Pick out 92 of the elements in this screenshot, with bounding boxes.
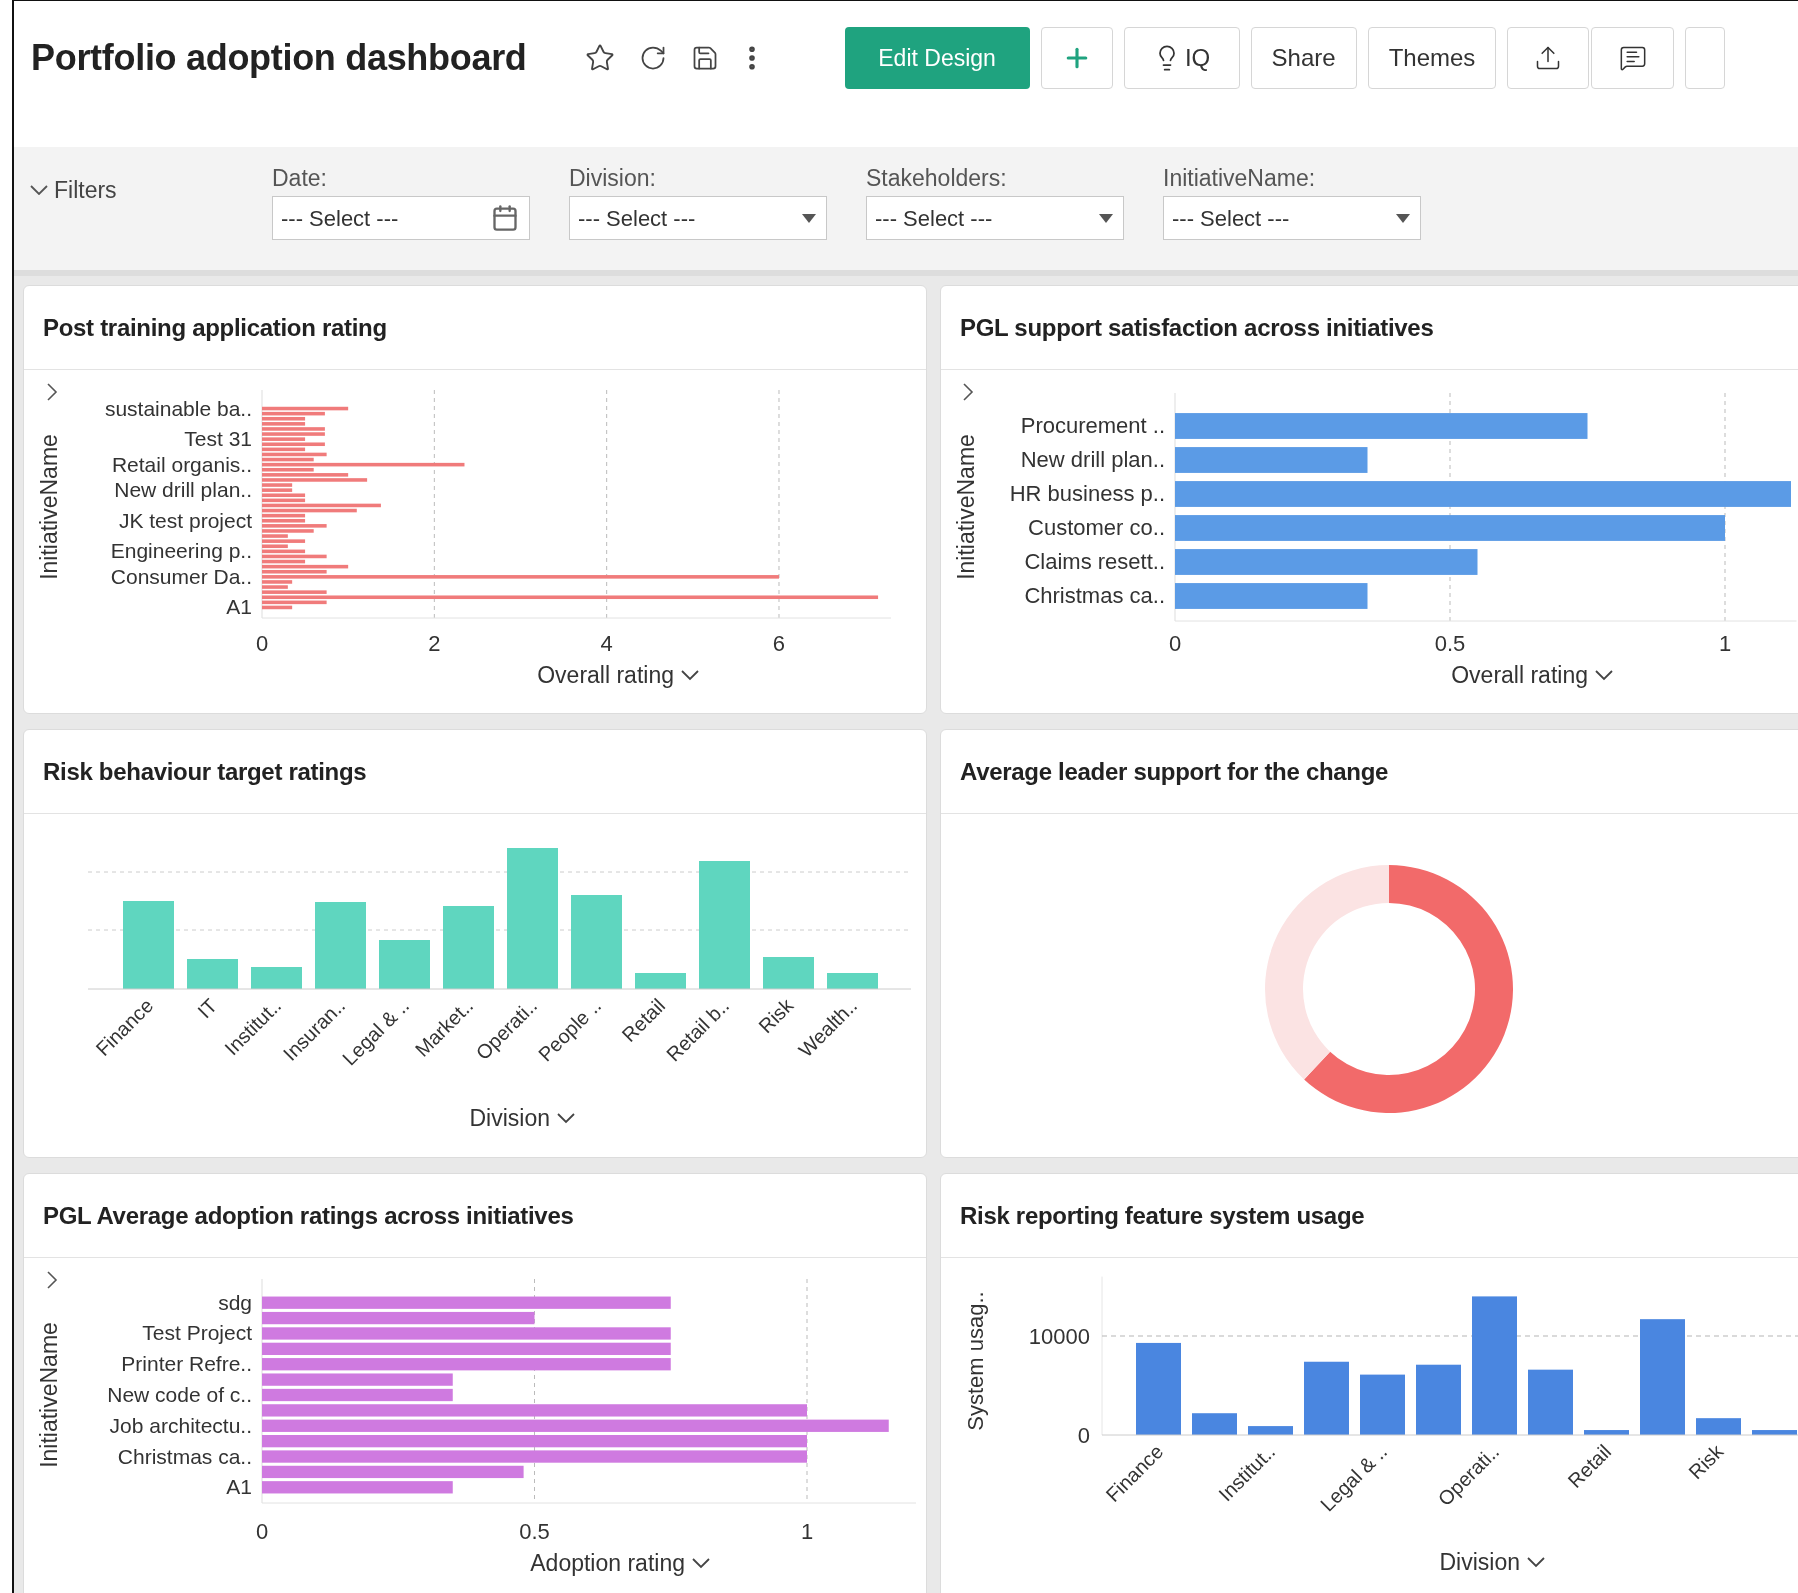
- chart-bar: [635, 973, 686, 989]
- chevron-down-icon[interactable]: [681, 670, 699, 681]
- chart-bar: [187, 959, 238, 989]
- chart-bar: [379, 940, 430, 989]
- dropdown-caret-icon: [1396, 213, 1410, 223]
- tick-label: 0: [1168, 631, 1182, 656]
- tick-label: 0: [255, 631, 269, 656]
- card-title: Average leader support for the change: [960, 756, 1389, 787]
- axis-label: IT: [193, 994, 222, 1023]
- axis-label: Procurement ..: [1020, 413, 1165, 438]
- star-icon[interactable]: [584, 43, 615, 73]
- axis-title[interactable]: Division: [469, 1105, 550, 1131]
- dashboard-title: Portfolio adoption dashboard: [31, 36, 527, 80]
- card-title: Risk reporting feature system usage: [960, 1200, 1365, 1231]
- select-field[interactable]: --- Select ---: [1163, 196, 1421, 240]
- axis-title[interactable]: Adoption rating: [530, 1550, 685, 1576]
- chevron-right-icon[interactable]: [963, 383, 974, 401]
- axis-title[interactable]: Overall rating: [537, 662, 674, 688]
- axis-label: Christmas ca..: [117, 1444, 252, 1468]
- axis-label: Retail organis..: [111, 452, 252, 476]
- axis-title[interactable]: Overall rating: [1451, 662, 1588, 688]
- chart-bar: [763, 957, 814, 989]
- chart-bar: [1752, 1430, 1797, 1435]
- chevron-down-icon[interactable]: [1595, 670, 1613, 681]
- toolbar-button[interactable]: Themes: [1367, 27, 1497, 89]
- tick-label: 4: [600, 631, 613, 656]
- axis-label: Risk: [754, 994, 798, 1038]
- tick-label: 1: [1718, 631, 1732, 656]
- chevron-down-icon[interactable]: [557, 1113, 575, 1124]
- axis-label: Engineering p..: [110, 539, 252, 563]
- axis-label: Claims resett..: [1024, 549, 1165, 574]
- toolbar-button[interactable]: Share: [1250, 27, 1357, 89]
- comment-button[interactable]: [1591, 27, 1675, 89]
- tick-label: 0: [255, 1519, 269, 1544]
- chart-bar: [251, 967, 302, 989]
- dropdown-caret-icon: [802, 213, 816, 223]
- axis-title: InitiativeName: [36, 434, 62, 580]
- axis-title: InitiativeName: [36, 1322, 62, 1468]
- axis-label: JK test project: [118, 508, 252, 532]
- chevron-right-icon[interactable]: [47, 383, 58, 401]
- chart-bar: [827, 973, 878, 989]
- card-title: Post training application rating: [43, 312, 387, 343]
- card-title: Risk behaviour target ratings: [43, 756, 367, 787]
- axis-label: Printer Refre..: [121, 1352, 252, 1376]
- tick-label: 1: [800, 1519, 814, 1544]
- chevron-down-icon[interactable]: [692, 1558, 710, 1569]
- card-title: PGL Average adoption ratings across initiatives: [43, 1200, 574, 1231]
- comment-icon: [1618, 44, 1647, 72]
- axis-label: Consumer Da..: [110, 564, 252, 588]
- select-field[interactable]: --- Select ---: [866, 196, 1124, 240]
- axis-label: Risk: [1684, 1440, 1728, 1484]
- chart-bar: [1360, 1374, 1405, 1435]
- chart-bar: [1248, 1426, 1293, 1435]
- axis-label: New drill plan..: [1020, 447, 1165, 472]
- axis-title: System usag..: [963, 1291, 988, 1431]
- tick-label: 0: [1077, 1423, 1090, 1448]
- axis-label: Test 31: [184, 427, 252, 451]
- axis-label: HR business p..: [1009, 481, 1165, 506]
- axis-label: New drill plan..: [114, 478, 252, 502]
- chart-bar: [1416, 1364, 1461, 1435]
- select-field[interactable]: --- Select ---: [569, 196, 827, 240]
- filter-label: Stakeholders:: [866, 164, 1008, 193]
- tick-label: 2: [428, 631, 441, 656]
- chevron-right-icon[interactable]: [47, 1271, 58, 1289]
- chart-bar: [1584, 1430, 1629, 1435]
- iq-button[interactable]: IQ: [1123, 27, 1240, 89]
- axis-label: Test Project: [142, 1321, 252, 1345]
- chart-bar: [1528, 1369, 1573, 1435]
- tick-label: 6: [772, 631, 786, 656]
- card-title: PGL support satisfaction across initiatives: [960, 312, 1434, 343]
- calendar-icon: [491, 204, 519, 232]
- axis-label: sdg: [218, 1290, 252, 1314]
- date-field[interactable]: --- Select ---: [272, 196, 530, 240]
- dropdown-caret-icon: [1099, 213, 1113, 223]
- tick-label: 0.5: [519, 1519, 550, 1544]
- axis-label: New code of c..: [107, 1383, 252, 1406]
- axis-label: A1: [226, 1475, 252, 1499]
- tick-label: 0.5: [1434, 631, 1466, 656]
- tick-label: 10000: [1028, 1324, 1090, 1349]
- chevron-down-icon[interactable]: [1527, 1557, 1545, 1568]
- axis-title: InitiativeName: [953, 434, 979, 580]
- filter-label: InitiativeName:: [1163, 164, 1317, 193]
- filters-toggle[interactable]: Filters: [30, 173, 272, 208]
- axis-label: Customer co..: [1028, 515, 1165, 540]
- axis-label: A1: [226, 595, 252, 619]
- chart-bar: [1192, 1413, 1237, 1435]
- axis-title[interactable]: Division: [1439, 1549, 1520, 1575]
- axis-label: Job architectu..: [109, 1413, 252, 1437]
- axis-label: Christmas ca..: [1024, 583, 1165, 608]
- filter-label: Division:: [569, 164, 657, 193]
- axis-label: sustainable ba..: [104, 396, 252, 420]
- filter-label: Date:: [272, 164, 328, 193]
